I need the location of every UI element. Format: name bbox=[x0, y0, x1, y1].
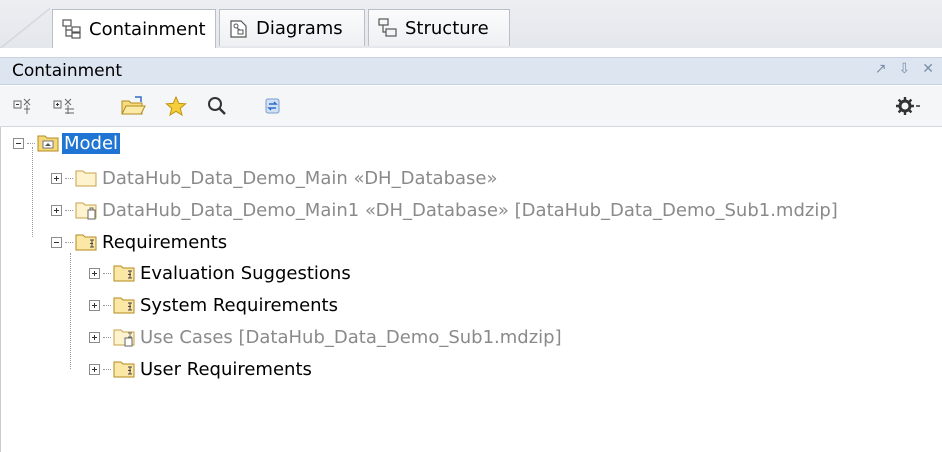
tab-containment[interactable]: Containment bbox=[52, 9, 216, 48]
expand-all-icon[interactable] bbox=[52, 95, 78, 117]
tab-label: Containment bbox=[89, 18, 206, 40]
collapse-toggle-icon[interactable] bbox=[13, 137, 24, 149]
tree-node[interactable]: Use Cases [DataHub_Data_Demo_Sub1.mdzip] bbox=[89, 323, 564, 351]
favorites-star-icon[interactable] bbox=[164, 95, 188, 117]
open-folder-icon[interactable] bbox=[120, 95, 146, 117]
collapse-all-icon[interactable] bbox=[12, 95, 34, 117]
tree-node-model[interactable]: Model bbox=[13, 129, 121, 157]
tree-connector bbox=[70, 253, 71, 369]
tab-diagrams[interactable]: Diagrams bbox=[219, 9, 365, 46]
tree-node[interactable]: System Requirements bbox=[89, 291, 340, 319]
expand-toggle-icon[interactable] bbox=[89, 299, 100, 311]
shared-requirements-folder-icon bbox=[113, 329, 135, 347]
expand-toggle-icon[interactable] bbox=[89, 363, 100, 375]
expand-toggle-icon[interactable] bbox=[51, 172, 62, 184]
tree-connector bbox=[32, 147, 33, 237]
model-package-icon bbox=[37, 135, 59, 152]
settings-gear-icon[interactable] bbox=[894, 95, 920, 117]
tree-node-label: System Requirements bbox=[140, 294, 338, 316]
tab-strip: Containment Diagrams Structure bbox=[0, 0, 942, 48]
pin-icon[interactable]: ⇩ bbox=[899, 61, 911, 77]
tree-node[interactable]: Evaluation Suggestions bbox=[89, 259, 353, 287]
requirements-folder-icon bbox=[75, 234, 97, 251]
tab-structure[interactable]: Structure bbox=[368, 9, 510, 46]
tree-node-label: Use Cases [DataHub_Data_Demo_Sub1.mdzip] bbox=[140, 326, 562, 348]
panel-header: Containment ↗ ⇩ ✕ bbox=[0, 57, 942, 85]
expand-toggle-icon[interactable] bbox=[89, 267, 100, 279]
panel-controls: ↗ ⇩ ✕ bbox=[875, 61, 934, 77]
tab-label: Diagrams bbox=[256, 17, 343, 39]
expand-toggle-icon[interactable] bbox=[89, 331, 100, 343]
package-folder-icon bbox=[75, 170, 97, 187]
tree-node[interactable]: DataHub_Data_Demo_Main1 «DH_Database» [D… bbox=[51, 196, 840, 224]
tree-node-label: DataHub_Data_Demo_Main1 «DH_Database» [D… bbox=[102, 199, 838, 221]
tree-node-label: Model bbox=[62, 132, 121, 154]
tab-label: Structure bbox=[405, 17, 489, 39]
tree-node[interactable]: User Requirements bbox=[89, 355, 314, 383]
shared-package-icon bbox=[75, 202, 97, 220]
diagrams-icon bbox=[230, 20, 247, 38]
panel-title: Containment bbox=[12, 61, 123, 81]
tree-node[interactable]: DataHub_Data_Demo_Main «DH_Database» bbox=[51, 164, 500, 192]
tree-node-requirements[interactable]: Requirements bbox=[51, 228, 229, 256]
requirements-folder-icon bbox=[113, 265, 135, 282]
containment-tree-icon bbox=[62, 19, 81, 39]
search-icon[interactable] bbox=[206, 95, 228, 117]
tree-node-label: User Requirements bbox=[140, 358, 312, 380]
float-icon[interactable]: ↗ bbox=[875, 61, 887, 77]
refresh-icon[interactable] bbox=[262, 95, 284, 117]
requirements-folder-icon bbox=[113, 297, 135, 314]
toolbar bbox=[0, 86, 942, 127]
tab-strip-edge bbox=[0, 8, 50, 48]
close-icon[interactable]: ✕ bbox=[922, 61, 934, 77]
tree-node-label: DataHub_Data_Demo_Main «DH_Database» bbox=[102, 167, 498, 189]
tree-node-label: Evaluation Suggestions bbox=[140, 262, 351, 284]
expand-toggle-icon[interactable] bbox=[51, 204, 62, 216]
collapse-toggle-icon[interactable] bbox=[51, 236, 62, 248]
tree-node-label: Requirements bbox=[102, 231, 228, 253]
structure-icon bbox=[378, 18, 397, 37]
requirements-folder-icon bbox=[113, 361, 135, 378]
containment-tree: Model DataHub_Data_Demo_Main «DH_Databas… bbox=[0, 127, 942, 452]
